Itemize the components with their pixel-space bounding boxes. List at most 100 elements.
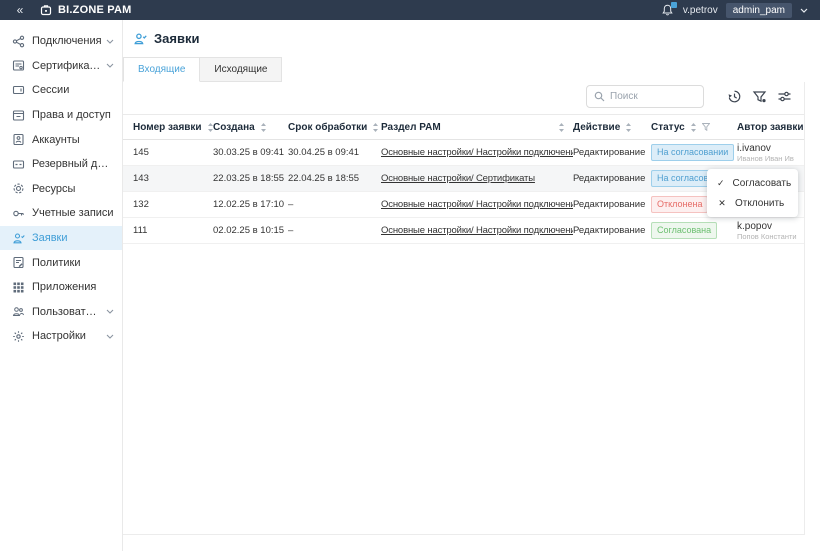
processing-term: 30.04.25 в 09:41 (288, 147, 381, 158)
status-badge: Отклонена (651, 196, 708, 213)
sidebar-item-policies[interactable]: Политики (0, 250, 122, 275)
users-groups-icon (12, 305, 26, 319)
sort-icon[interactable] (625, 123, 632, 132)
role-chip: admin_pam (726, 3, 792, 18)
connections-icon (12, 34, 26, 48)
sidebar-item-label: Приложения (32, 281, 114, 293)
column-filter-icon[interactable] (702, 123, 710, 131)
chevron-down-icon[interactable] (106, 309, 114, 314)
sidebar-item-label: Сессии (32, 84, 114, 96)
resources-icon (12, 182, 26, 196)
requests-table: Номер заявки Создана Срок обработки Разд… (123, 114, 805, 244)
policies-icon (12, 256, 26, 270)
username-label: v.petrov (683, 5, 718, 16)
history-icon[interactable] (725, 87, 743, 105)
search-box[interactable] (586, 85, 704, 108)
table-row[interactable]: 132 12.02.25 в 17:10 – Основные настройк… (123, 192, 805, 218)
sidebar-item-label: Пользователи и группы (32, 306, 102, 318)
requests-panel: Номер заявки Создана Срок обработки Разд… (123, 82, 805, 535)
created-date: 02.02.25 в 10:15 (213, 225, 288, 236)
created-date: 22.03.25 в 18:55 (213, 173, 288, 184)
filter-icon[interactable] (750, 87, 768, 105)
status-badge: Согласована (651, 222, 717, 239)
sort-icon[interactable] (372, 123, 379, 132)
notifications-bell-icon[interactable] (661, 3, 675, 17)
sidebar-item-resources[interactable]: Ресурсы (0, 177, 122, 202)
sidebar-item-label: Заявки (32, 232, 114, 244)
col-header-author[interactable]: Автор заявки (737, 122, 805, 133)
request-number: 132 (133, 199, 213, 210)
action-label: Редактирование (573, 199, 651, 210)
sidebar-item-accounts[interactable]: Аккаунты (0, 127, 122, 152)
processing-term: – (288, 199, 381, 210)
sidebar-item-sessions[interactable]: Сессии (0, 78, 122, 103)
chevron-down-icon[interactable] (106, 63, 114, 68)
chevron-down-icon[interactable] (106, 39, 114, 44)
pam-section-link[interactable]: Основные настройки/ Сертификаты (381, 173, 535, 184)
sidebar-item-label: Права и доступ (32, 109, 114, 121)
table-row[interactable]: 111 02.02.25 в 10:15 – Основные настройк… (123, 218, 805, 244)
table-row[interactable]: 143 22.03.25 в 18:55 22.04.25 в 18:55 Ос… (123, 166, 805, 192)
sidebar-item-connections[interactable]: Подключения (0, 29, 122, 54)
action-label: Редактирование (573, 173, 651, 184)
tab-outgoing[interactable]: Исходящие (200, 57, 282, 82)
backup-access-icon (12, 157, 26, 171)
col-header-term[interactable]: Срок обработки (288, 122, 381, 133)
sessions-icon (12, 83, 26, 97)
column-settings-icon[interactable] (775, 87, 793, 105)
table-header-row: Номер заявки Создана Срок обработки Разд… (123, 114, 805, 140)
sidebar-item-label: Сертификаты (32, 60, 102, 72)
x-icon: ✕ (717, 198, 727, 209)
menu-item-label: Отклонить (735, 198, 784, 209)
col-header-created[interactable]: Создана (213, 122, 288, 133)
sidebar-item-backup-access[interactable]: Резервный доступ (0, 152, 122, 177)
sidebar-item-label: Ресурсы (32, 183, 114, 195)
search-icon (594, 91, 605, 102)
sidebar-item-settings[interactable]: Настройки (0, 324, 122, 349)
user-menu-chevron-down-icon[interactable] (800, 8, 808, 13)
chevron-down-icon[interactable] (106, 334, 114, 339)
sidebar-item-label: Резервный доступ (32, 158, 114, 170)
pam-section-link[interactable]: Основные настройки/ Настройки подключени… (381, 147, 573, 158)
check-icon: ✓ (717, 178, 725, 189)
requests-icon (12, 231, 26, 245)
table-row[interactable]: 145 30.03.25 в 09:41 30.04.25 в 09:41 Ос… (123, 140, 805, 166)
table-toolbar (123, 84, 805, 108)
col-header-action[interactable]: Действие (573, 122, 651, 133)
sidebar-item-rights-access[interactable]: Права и доступ (0, 103, 122, 128)
author-full-name: Попов Константи (737, 232, 797, 241)
col-header-section[interactable]: Раздел PAM (381, 122, 573, 133)
sidebar-item-label: Учетные записи (32, 207, 114, 219)
col-header-number[interactable]: Номер заявки (133, 122, 213, 133)
sidebar-collapse-icon[interactable]: « (0, 3, 40, 17)
tab-incoming[interactable]: Входящие (123, 57, 200, 82)
author-cell: k.popov Попов Константи (737, 221, 805, 241)
requests-page-icon (133, 32, 147, 46)
menu-item-approve[interactable]: ✓ Согласовать (707, 173, 798, 193)
pam-section-link[interactable]: Основные настройки/ Настройки подключени… (381, 225, 573, 236)
menu-item-label: Согласовать (733, 178, 792, 189)
processing-term: – (288, 225, 381, 236)
author-login: i.ivanov (737, 143, 805, 154)
sidebar-item-requests[interactable]: Заявки (0, 226, 122, 251)
sidebar-item-credentials[interactable]: Учетные записи (0, 201, 122, 226)
created-date: 12.02.25 в 17:10 (213, 199, 288, 210)
sidebar-item-users-groups[interactable]: Пользователи и группы (0, 300, 122, 325)
status-badge: На согласовании (651, 144, 734, 161)
sort-icon[interactable] (558, 123, 565, 132)
main-content: Заявки Входящие Исходящие Номер зая (123, 20, 820, 551)
settings-icon (12, 329, 26, 343)
credentials-icon (12, 206, 26, 220)
brand-title: BI.ZONE PAM (58, 4, 132, 16)
sidebar-item-applications[interactable]: Приложения (0, 275, 122, 300)
sort-icon[interactable] (260, 123, 267, 132)
request-number: 111 (133, 225, 213, 236)
pam-section-link[interactable]: Основные настройки/ Настройки подключени… (381, 199, 573, 210)
search-input[interactable] (610, 91, 690, 102)
bizone-logo-icon (40, 4, 52, 16)
certificates-icon (12, 59, 26, 73)
col-header-status[interactable]: Статус (651, 122, 737, 133)
menu-item-reject[interactable]: ✕ Отклонить (707, 193, 798, 213)
sort-icon[interactable] (690, 123, 697, 132)
sidebar-item-certificates[interactable]: Сертификаты (0, 54, 122, 79)
